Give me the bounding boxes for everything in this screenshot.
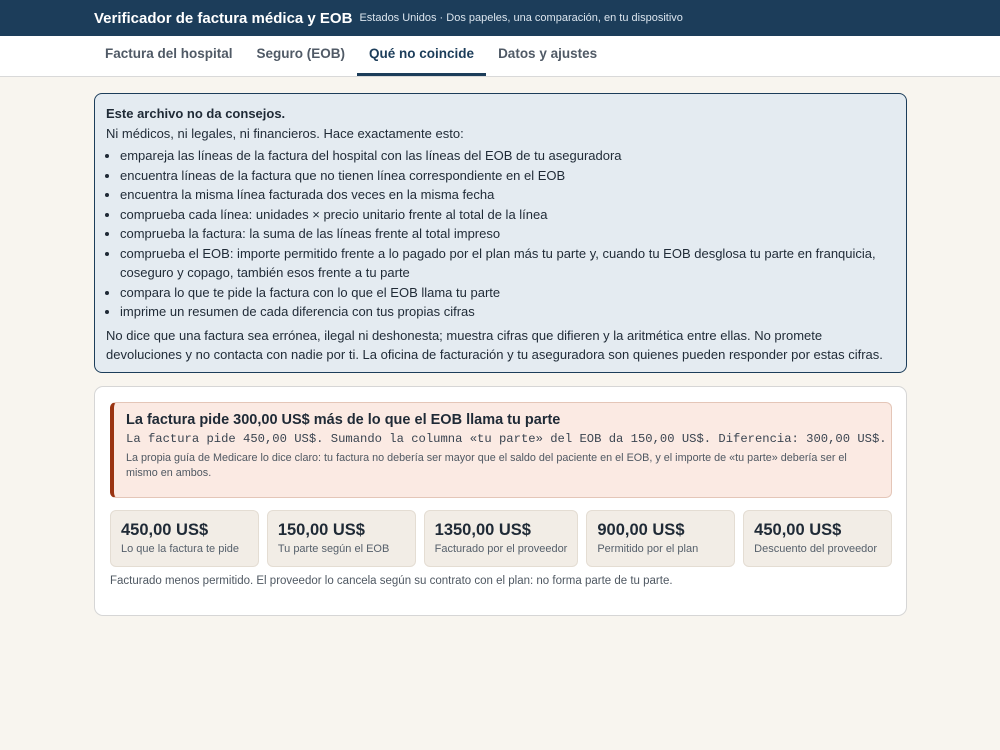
feature-item: comprueba la factura: la suma de las lín… [120,224,895,244]
alert-heading: La factura pide 300,00 US$ más de lo que… [126,412,561,428]
feature-item: comprueba cada línea: unidades × precio … [120,205,895,225]
app-header: Verificador de factura médica y EOB Esta… [0,0,1000,36]
feature-item: compara lo que te pide la factura con lo… [120,283,895,303]
metric-allowed: 900,00 US$ Permitido por el plan [586,510,736,567]
metric-label: Facturado por el proveedor [434,543,568,555]
alert-detail: La factura pide 450,00 US$. Sumando la c… [126,432,887,446]
app-subtitle: Estados Unidos · Dos papeles, una compar… [359,12,683,24]
metric-label: Descuento del proveedor [754,543,878,555]
tab-que-no-coincide[interactable]: Qué no coincide [357,36,487,76]
disclaimer-panel: Este archivo no da consejos. Ni médicos,… [94,93,907,373]
discount-footnote: Facturado menos permitido. El proveedor … [110,575,673,587]
feature-item: encuentra líneas de la factura que no ti… [120,166,895,186]
feature-item: comprueba el EOB: importe permitido fren… [120,244,895,283]
metric-value: 450,00 US$ [121,521,209,539]
disclaimer-heading: Este archivo no da consejos. [106,106,286,121]
disclaimer-closing: No dice que una factura sea errónea, ile… [106,327,883,363]
metric-label: Lo que la factura te pide [121,543,240,555]
metric-value: 900,00 US$ [597,521,685,539]
feature-item: imprime un resumen de cada diferencia co… [120,302,895,322]
tab-datos-ajustes[interactable]: Datos y ajustes [486,36,609,76]
tab-factura-hospital[interactable]: Factura del hospital [93,36,245,76]
app-title: Verificador de factura médica y EOB [94,9,353,27]
metric-value: 450,00 US$ [754,521,842,539]
disclaimer-intro: Ni médicos, ni legales, ni financieros. … [106,125,464,141]
tab-seguro-eob[interactable]: Seguro (EOB) [245,36,358,76]
alert-note: La propia guía de Medicare lo dice claro… [126,452,847,479]
feature-item: encuentra la misma línea facturada dos v… [120,185,895,205]
mismatch-card: La factura pide 300,00 US$ más de lo que… [94,386,907,616]
metric-discount: 450,00 US$ Descuento del proveedor [743,510,892,567]
metric-eob-share: 150,00 US$ Tu parte según el EOB [266,510,416,567]
metrics-row: 450,00 US$ Lo que la factura te pide 150… [110,510,892,567]
metric-label: Tu parte según el EOB [277,543,390,555]
mismatch-alert: La factura pide 300,00 US$ más de lo que… [110,402,892,498]
metric-billed: 1350,00 US$ Facturado por el proveedor [423,510,579,567]
tab-bar: Factura del hospital Seguro (EOB) Qué no… [0,36,1000,77]
feature-list: empareja las líneas de la factura del ho… [120,146,895,322]
metric-bill-amount: 450,00 US$ Lo que la factura te pide [110,510,259,567]
metric-label: Permitido por el plan [597,543,699,555]
feature-item: empareja las líneas de la factura del ho… [120,146,895,166]
metric-value: 1350,00 US$ [434,521,531,539]
metric-value: 150,00 US$ [277,521,365,539]
